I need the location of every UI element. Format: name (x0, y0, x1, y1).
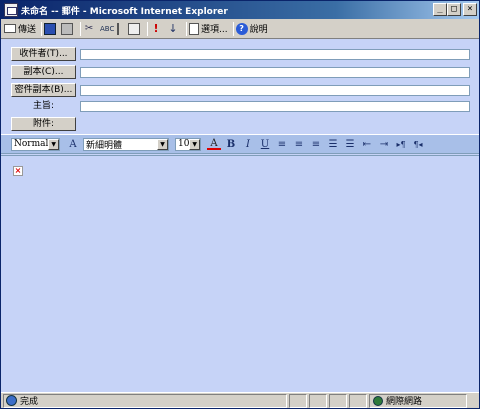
font-select[interactable]: 新細明體 ▼ (83, 137, 169, 151)
to-button[interactable]: 收件者(T)... (11, 47, 76, 61)
toolbar-separator (186, 21, 188, 36)
paperclip-icon (117, 22, 123, 35)
italic-button[interactable]: I (241, 137, 255, 151)
print-icon (61, 22, 74, 35)
attach-row: 附件: (11, 117, 76, 131)
options-button[interactable]: 選項... (189, 21, 228, 37)
window-title: 未命名 -- 郵件 - Microsoft Internet Explorer (21, 6, 228, 17)
outdent-icon[interactable]: ⇤ (360, 137, 374, 151)
title-bar[interactable]: 未命名 -- 郵件 - Microsoft Internet Explorer … (1, 1, 479, 19)
status-panel: 完成 (3, 393, 287, 408)
status-text: 完成 (20, 397, 39, 407)
chevron-down-icon[interactable]: ▼ (48, 138, 59, 150)
subject-label: 主旨: (32, 101, 55, 111)
resize-grip[interactable] (467, 394, 479, 408)
spellcheck-icon: ABC (100, 24, 115, 33)
cc-button[interactable]: 副本(C)... (11, 65, 76, 79)
status-cell (349, 393, 367, 408)
rtl-icon[interactable]: ¶◂ (411, 137, 425, 151)
page-icon (189, 22, 200, 35)
toolbar-separator (147, 21, 149, 36)
chevron-down-icon[interactable]: ▼ (189, 138, 200, 150)
cut-icon: ✂ (84, 22, 94, 34)
envelope-icon (4, 24, 16, 33)
window-controls: _ □ × (433, 3, 477, 16)
status-cell (309, 393, 327, 408)
message-body[interactable]: × (1, 155, 479, 391)
globe-icon (373, 395, 383, 406)
size-select[interactable]: 10 ▼ (175, 137, 201, 151)
toolbar-separator (232, 21, 234, 36)
subject-field[interactable] (80, 101, 470, 112)
ltr-icon[interactable]: ▸¶ (394, 137, 408, 151)
cc-row: 副本(C)... (11, 65, 76, 79)
low-priority-button[interactable]: ↓ (167, 21, 181, 37)
align-left-icon[interactable]: ≡ (275, 137, 289, 151)
style-value: Normal (14, 139, 49, 149)
status-bar: 完成 網際網路 (1, 392, 479, 408)
exclamation-icon: ! (153, 21, 159, 35)
high-priority-button[interactable]: ! (150, 21, 164, 37)
save-button[interactable] (44, 21, 58, 37)
size-value: 10 (178, 139, 190, 149)
print-button[interactable] (61, 21, 75, 37)
ie-page-icon (6, 395, 17, 406)
down-arrow-icon: ↓ (168, 21, 178, 35)
main-toolbar: 傳送 ✂ ABC ! ↓ 選項... ? 說明 (1, 19, 479, 39)
to-field[interactable] (80, 49, 470, 60)
status-cell (329, 393, 347, 408)
align-center-icon[interactable]: ≡ (292, 137, 306, 151)
minimize-button[interactable]: _ (433, 3, 447, 16)
align-right-icon[interactable]: ≡ (309, 137, 323, 151)
numbered-list-icon[interactable]: ☰ (326, 137, 340, 151)
help-icon: ? (235, 22, 248, 35)
font-value: 新細明體 (86, 140, 123, 151)
indent-icon[interactable]: ⇥ (377, 137, 391, 151)
help-button[interactable]: ? 說明 (235, 21, 268, 37)
send-label: 傳送 (18, 25, 37, 35)
bcc-button[interactable]: 密件副本(B)... (11, 83, 76, 97)
broken-image-icon[interactable]: × (13, 166, 23, 176)
font-icon: A (69, 138, 77, 150)
bcc-row: 密件副本(B)... (11, 83, 76, 97)
cc-field[interactable] (80, 67, 470, 78)
close-button[interactable]: × (463, 3, 477, 16)
check-names-button[interactable] (128, 21, 142, 37)
send-button[interactable]: 傳送 (4, 21, 36, 37)
save-icon (44, 22, 57, 35)
chevron-down-icon[interactable]: ▼ (157, 138, 168, 150)
attach-button[interactable] (117, 21, 125, 37)
underline-button[interactable]: U (258, 137, 272, 151)
help-label: 說明 (249, 25, 268, 35)
spelling-button[interactable]: ABC (100, 21, 114, 37)
subject-row: 主旨: (11, 99, 76, 113)
toolbar-separator (80, 21, 82, 36)
security-zone: 網際網路 (369, 393, 467, 408)
zone-label: 網際網路 (386, 397, 423, 407)
options-label: 選項... (201, 25, 228, 35)
mail-icon (4, 3, 18, 17)
compose-window: 未命名 -- 郵件 - Microsoft Internet Explorer … (0, 0, 480, 409)
format-toolbar: Normal ▼ A 新細明體 ▼ 10 ▼ A B I U ≡ ≡ ≡ ☰ ☰… (1, 134, 479, 154)
maximize-button[interactable]: □ (447, 3, 461, 16)
bold-button[interactable]: B (224, 137, 238, 151)
font-color-button[interactable]: A (207, 138, 221, 150)
bcc-field[interactable] (80, 85, 470, 96)
attach-field-button[interactable]: 附件: (11, 117, 76, 131)
style-select[interactable]: Normal ▼ (11, 137, 60, 151)
message-header: 收件者(T)... 副本(C)... 密件副本(B)... 主旨: 附件: (1, 40, 479, 132)
check-names-icon (128, 22, 141, 35)
toolbar-separator (41, 21, 43, 36)
bullet-list-icon[interactable]: ☰ (343, 137, 357, 151)
cut-button[interactable]: ✂ (83, 21, 97, 37)
to-row: 收件者(T)... (11, 47, 76, 61)
status-cell (289, 393, 307, 408)
